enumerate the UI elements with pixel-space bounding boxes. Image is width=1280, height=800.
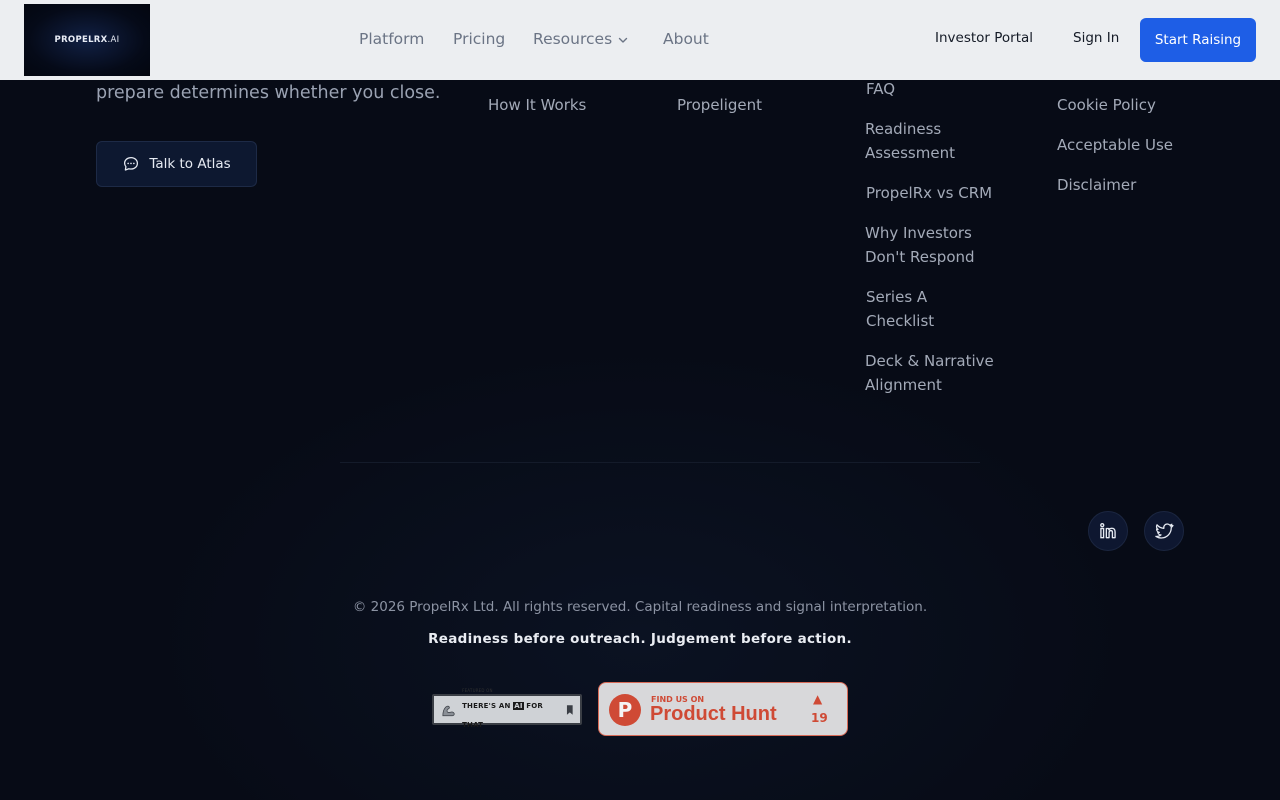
footer-motto: Readiness before outreach. Judgement bef… bbox=[428, 631, 852, 647]
footer-link-cookie-policy[interactable]: Cookie Policy bbox=[1057, 93, 1156, 117]
footer-link-why-investors[interactable]: Why Investors Don't Respond bbox=[865, 221, 975, 269]
footer-link-propelrx-vs-crm[interactable]: PropelRx vs CRM bbox=[866, 181, 992, 205]
nav-about[interactable]: About bbox=[663, 30, 709, 48]
top-navbar: PROPELRX.AI Platform Pricing Resources A… bbox=[0, 0, 1280, 80]
flexed-arm-icon bbox=[442, 705, 455, 716]
brand-tagline: prepare determines whether you close. bbox=[96, 83, 441, 103]
footer-link-faq[interactable]: FAQ bbox=[866, 77, 895, 101]
sign-in-link[interactable]: Sign In bbox=[1073, 30, 1119, 46]
nav-pricing[interactable]: Pricing bbox=[453, 30, 505, 48]
footer-link-how-it-works[interactable]: How It Works bbox=[488, 93, 586, 117]
link-line: Checklist bbox=[866, 312, 935, 330]
link-line: Assessment bbox=[865, 144, 955, 162]
investor-portal-link[interactable]: Investor Portal bbox=[935, 30, 1033, 46]
footer-link-deck-narrative[interactable]: Deck & Narrative Alignment bbox=[865, 349, 994, 397]
nav-platform[interactable]: Platform bbox=[359, 30, 424, 48]
link-line: Readiness bbox=[865, 120, 942, 138]
bookmark-icon bbox=[567, 704, 574, 715]
footer-link-readiness-assessment[interactable]: Readiness Assessment bbox=[865, 117, 955, 165]
nav-resources[interactable]: Resources bbox=[533, 30, 612, 48]
link-line: Why Investors bbox=[865, 224, 972, 242]
link-line: Alignment bbox=[865, 376, 942, 394]
taaft-wordmark: FEATURED ON THERE'S AN AI FOR THAT bbox=[462, 688, 544, 729]
footer-divider bbox=[340, 462, 980, 463]
linkedin-icon bbox=[1100, 523, 1116, 539]
page-background bbox=[0, 0, 1280, 800]
product-hunt-badge[interactable]: P FIND US ON Product Hunt ▲ 19 bbox=[598, 682, 848, 736]
link-line: Don't Respond bbox=[865, 248, 975, 266]
start-raising-button[interactable]: Start Raising bbox=[1140, 18, 1256, 62]
upvote-arrow-icon: ▲ bbox=[813, 692, 823, 706]
product-hunt-title: Product Hunt bbox=[650, 703, 777, 725]
product-hunt-logo-icon: P bbox=[609, 694, 641, 726]
chevron-down-icon[interactable] bbox=[617, 34, 629, 46]
logo-wordmark: PROPELRX.AI bbox=[54, 35, 120, 45]
brand-logo[interactable]: PROPELRX.AI bbox=[24, 4, 150, 76]
link-line: Deck & Narrative bbox=[865, 352, 994, 370]
theres-an-ai-for-that-badge[interactable]: FEATURED ON THERE'S AN AI FOR THAT bbox=[432, 688, 582, 729]
linkedin-button[interactable] bbox=[1088, 511, 1128, 551]
footer-link-disclaimer[interactable]: Disclaimer bbox=[1057, 173, 1136, 197]
chat-bubble-icon bbox=[124, 156, 139, 171]
footer-link-propeligent[interactable]: Propeligent bbox=[677, 93, 762, 117]
twitter-icon bbox=[1155, 523, 1174, 539]
upvote-count: 19 bbox=[811, 711, 828, 725]
copyright-text: © 2026 PropelRx Ltd. All rights reserved… bbox=[352, 599, 928, 615]
twitter-button[interactable] bbox=[1144, 511, 1184, 551]
link-line: Series A bbox=[866, 288, 928, 306]
footer-link-series-a-checklist[interactable]: Series A Checklist bbox=[866, 285, 934, 333]
talk-to-atlas-label: Talk to Atlas bbox=[149, 156, 231, 172]
talk-to-atlas-button[interactable]: Talk to Atlas bbox=[96, 141, 257, 187]
footer-link-acceptable-use[interactable]: Acceptable Use bbox=[1057, 133, 1173, 157]
